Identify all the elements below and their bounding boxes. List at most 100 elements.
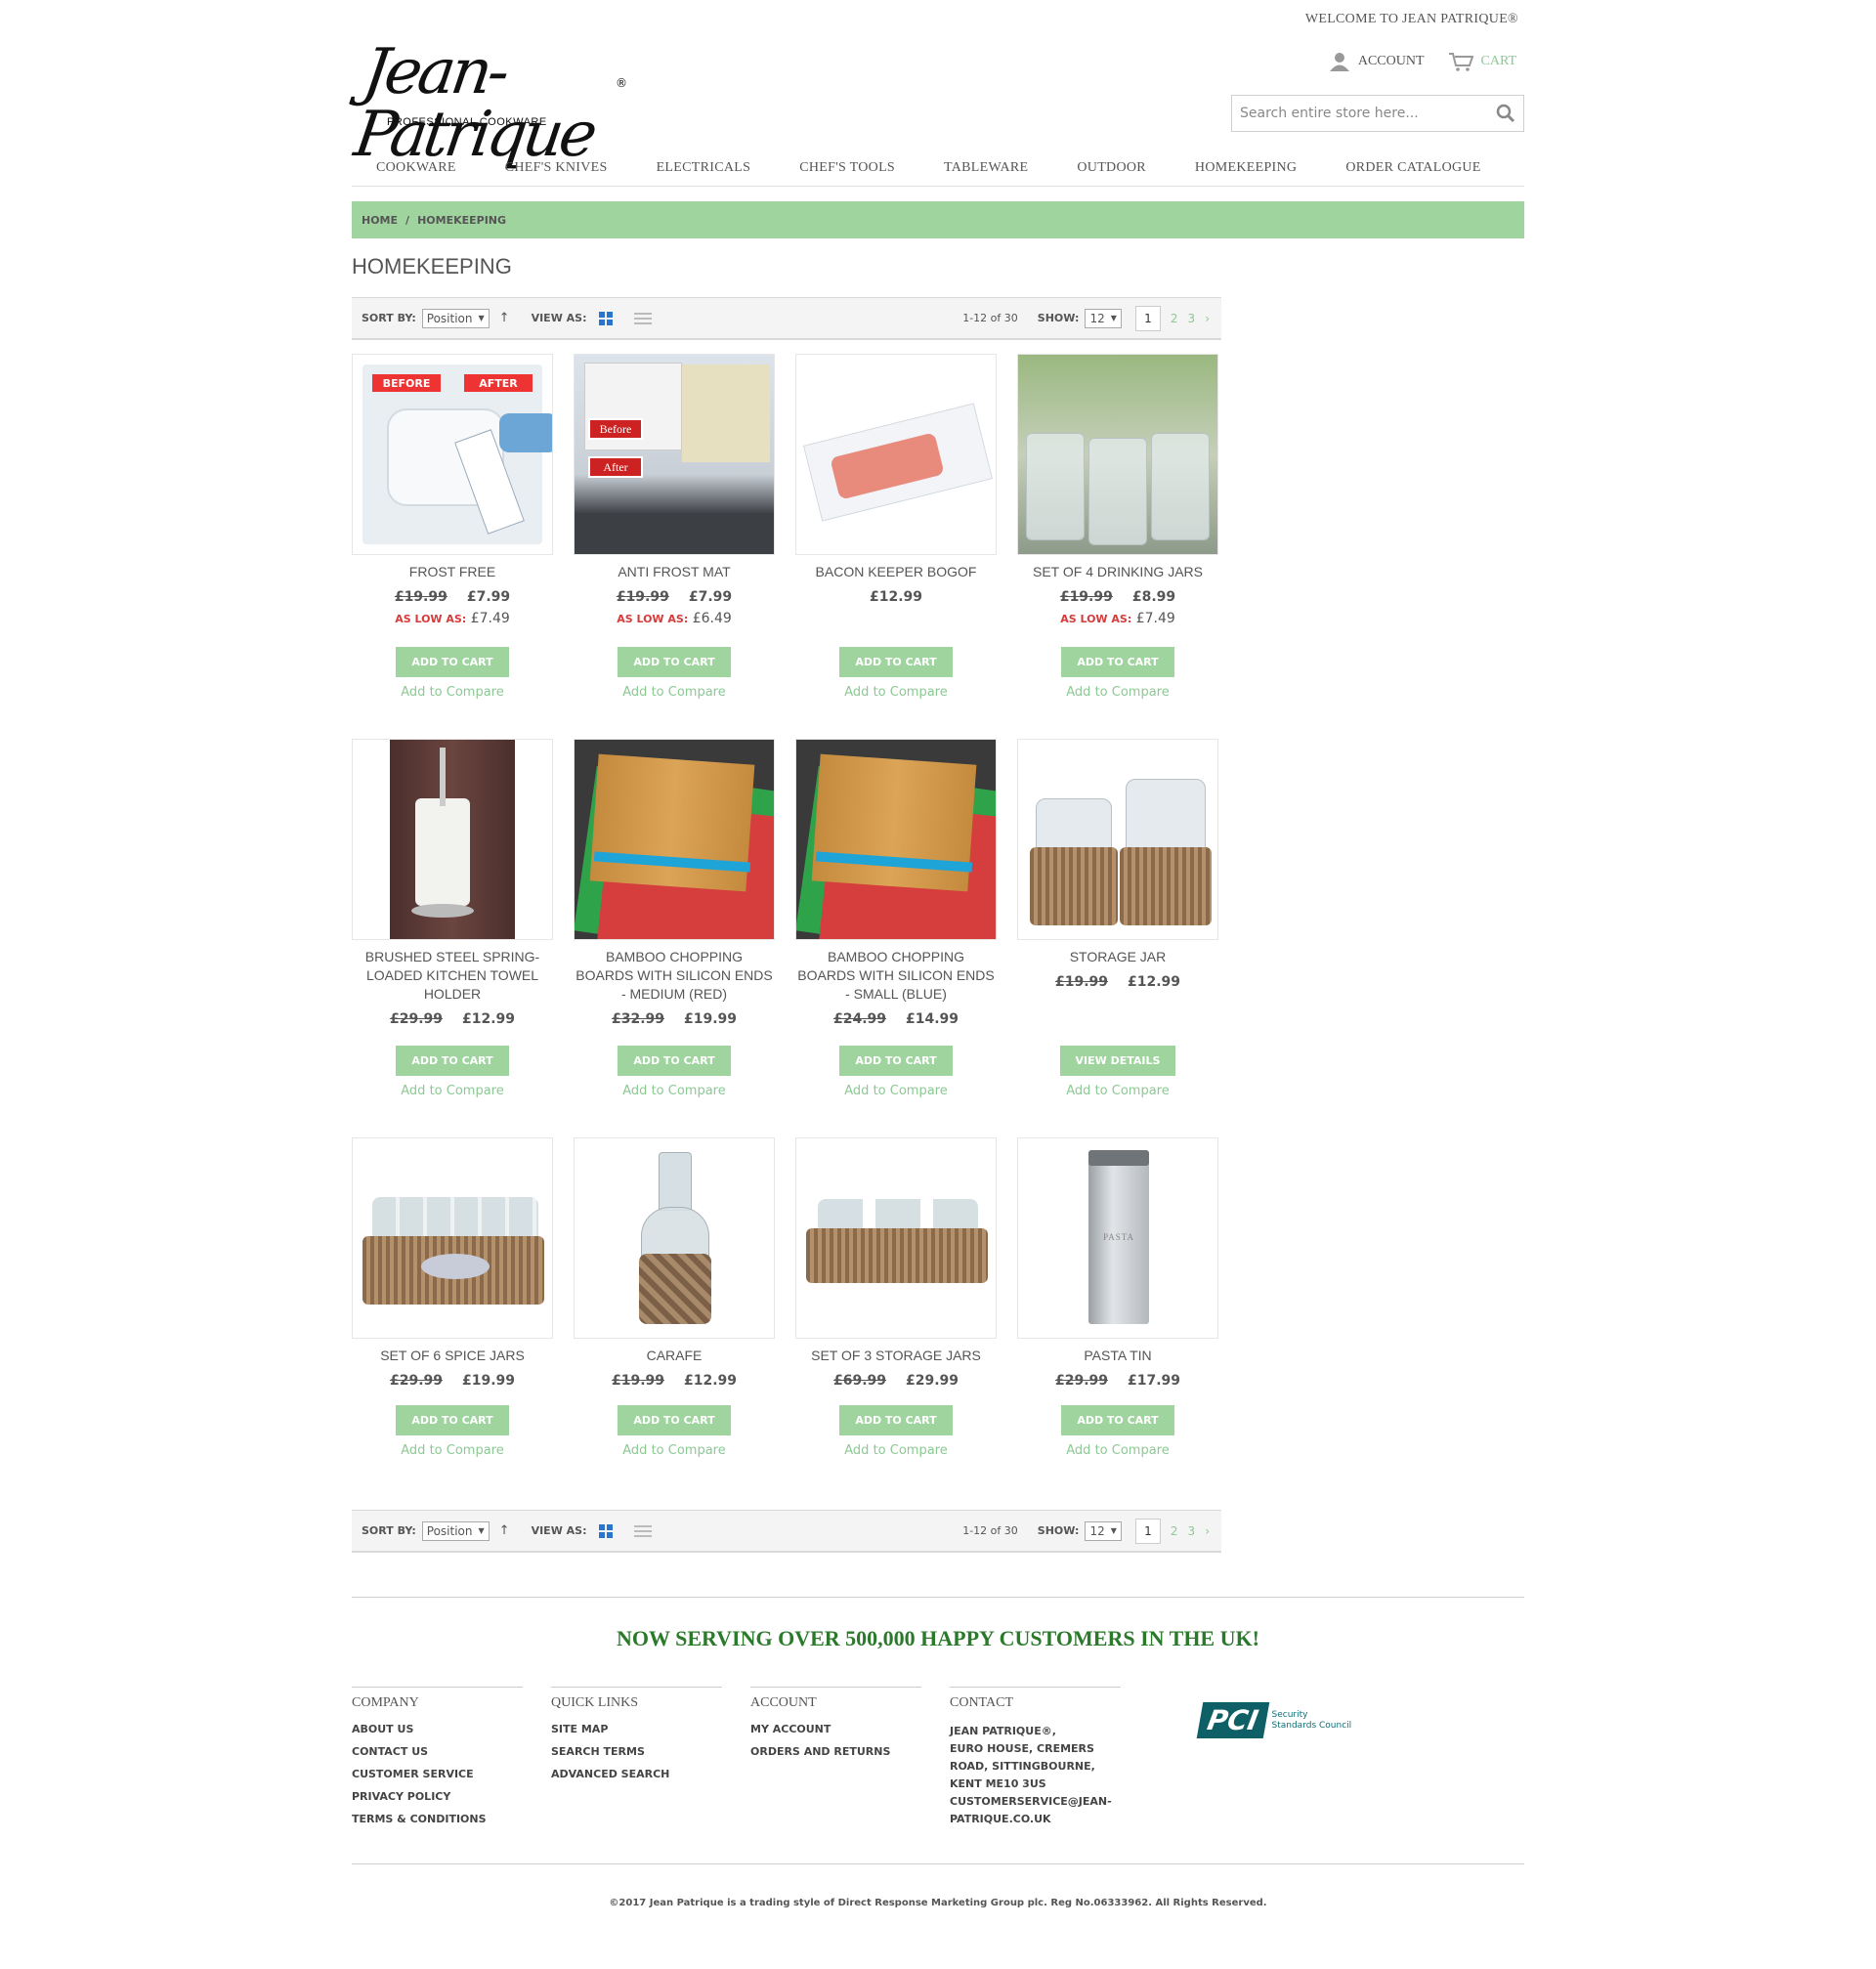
pagination: 1 2 3 ›: [1134, 1518, 1210, 1544]
add-to-compare-link[interactable]: Add to Compare: [574, 685, 775, 700]
product-image[interactable]: [795, 1137, 997, 1339]
sort-by-select[interactable]: Position ▼: [421, 308, 490, 328]
site-logo[interactable]: Jean-Patrique ® PROFESSIONAL COOKWARE: [350, 36, 638, 171]
footer-link-site-map[interactable]: SITE MAP: [551, 1723, 722, 1735]
product-name[interactable]: STORAGE JAR: [1017, 948, 1218, 966]
product-image[interactable]: [352, 1137, 553, 1339]
footer-link-contact-us[interactable]: CONTACT US: [352, 1745, 523, 1758]
footer-link-search-terms[interactable]: SEARCH TERMS: [551, 1745, 722, 1758]
add-to-compare-link[interactable]: Add to Compare: [1017, 685, 1218, 700]
add-to-cart-button[interactable]: ADD TO CART: [618, 647, 731, 677]
product-image[interactable]: [352, 739, 553, 940]
search-input[interactable]: [1240, 106, 1496, 121]
nav-chefs-tools[interactable]: CHEF'S TOOLS: [775, 154, 919, 186]
add-to-cart-button[interactable]: ADD TO CART: [618, 1405, 731, 1435]
show-select[interactable]: 12 ▼: [1085, 1520, 1122, 1541]
add-to-cart-button[interactable]: ADD TO CART: [839, 647, 953, 677]
grid-view-icon[interactable]: [598, 311, 613, 325]
add-to-compare-link[interactable]: Add to Compare: [1017, 1084, 1218, 1098]
page-link[interactable]: 3: [1188, 1524, 1196, 1538]
product-name[interactable]: SET OF 4 DRINKING JARS: [1017, 563, 1218, 581]
logo-script: Jean-Patrique: [350, 36, 598, 171]
add-to-cart-button[interactable]: ADD TO CART: [618, 1046, 731, 1076]
list-view-icon[interactable]: [633, 312, 652, 324]
product-image[interactable]: Before After: [574, 354, 775, 555]
nav-electricals[interactable]: ELECTRICALS: [632, 154, 776, 186]
add-to-cart-button[interactable]: ADD TO CART: [396, 1046, 509, 1076]
product-image[interactable]: PASTA: [1017, 1137, 1218, 1339]
add-to-compare-link[interactable]: Add to Compare: [1017, 1443, 1218, 1458]
product-name[interactable]: PASTA TIN: [1017, 1347, 1218, 1365]
email-line[interactable]: PATRIQUE.CO.UK: [950, 1811, 1121, 1828]
product-name[interactable]: FROST FREE: [352, 563, 553, 581]
footer-link-customer-service[interactable]: CUSTOMER SERVICE: [352, 1768, 523, 1780]
image-label: BEFORE: [372, 374, 441, 392]
breadcrumb-home[interactable]: HOME: [362, 214, 398, 227]
product-name[interactable]: CARAFE: [574, 1347, 775, 1365]
add-to-cart-button[interactable]: ADD TO CART: [1061, 647, 1174, 677]
product-image[interactable]: [1017, 354, 1218, 555]
account-link[interactable]: ACCOUNT: [1329, 51, 1425, 72]
grid-view-icon[interactable]: [598, 1523, 613, 1538]
button-wrap: ADD TO CART: [352, 1405, 553, 1435]
footer-link-terms[interactable]: TERMS & CONDITIONS: [352, 1813, 523, 1825]
add-to-compare-link[interactable]: Add to Compare: [795, 1443, 997, 1458]
add-to-compare-link[interactable]: Add to Compare: [795, 1084, 997, 1098]
product-name[interactable]: BACON KEEPER BOGOF: [795, 563, 997, 581]
product-image[interactable]: BEFORE AFTER: [352, 354, 553, 555]
add-to-compare-link[interactable]: Add to Compare: [352, 685, 553, 700]
product-name[interactable]: ANTI FROST MAT: [574, 563, 775, 581]
email-line[interactable]: CUSTOMERSERVICE@JEAN-: [950, 1793, 1121, 1811]
add-to-compare-link[interactable]: Add to Compare: [352, 1443, 553, 1458]
add-to-cart-button[interactable]: ADD TO CART: [396, 1405, 509, 1435]
search-icon[interactable]: [1496, 104, 1515, 123]
product-image[interactable]: [795, 354, 997, 555]
sort-direction-arrow-icon[interactable]: ↑: [499, 311, 510, 325]
add-to-cart-button[interactable]: ADD TO CART: [839, 1046, 953, 1076]
footer-contact-title: CONTACT: [950, 1687, 1121, 1711]
sort-by-select[interactable]: Position ▼: [421, 1520, 490, 1541]
add-to-cart-button[interactable]: ADD TO CART: [1061, 1405, 1174, 1435]
nav-homekeeping[interactable]: HOMEKEEPING: [1171, 154, 1321, 186]
next-page-icon[interactable]: ›: [1205, 312, 1210, 325]
nav-chefs-knives[interactable]: CHEF'S KNIVES: [481, 154, 632, 186]
add-to-cart-button[interactable]: ADD TO CART: [396, 647, 509, 677]
product-image[interactable]: [795, 739, 997, 940]
add-to-compare-link[interactable]: Add to Compare: [574, 1084, 775, 1098]
product-image[interactable]: [574, 739, 775, 940]
product-name[interactable]: BRUSHED STEEL SPRING-LOADED KITCHEN TOWE…: [352, 948, 553, 1004]
footer-link-my-account[interactable]: MY ACCOUNT: [750, 1723, 921, 1735]
page-link[interactable]: 2: [1171, 1524, 1178, 1538]
nav-tableware[interactable]: TABLEWARE: [919, 154, 1052, 186]
product-image[interactable]: [1017, 739, 1218, 940]
page-link[interactable]: 2: [1171, 312, 1178, 325]
nav-order-catalogue[interactable]: ORDER CATALOGUE: [1321, 154, 1505, 186]
nav-outdoor[interactable]: OUTDOOR: [1052, 154, 1171, 186]
show-select[interactable]: 12 ▼: [1085, 308, 1122, 328]
chevron-down-icon: ▼: [478, 314, 485, 322]
add-to-compare-link[interactable]: Add to Compare: [795, 685, 997, 700]
add-to-cart-button[interactable]: ADD TO CART: [839, 1405, 953, 1435]
list-view-icon[interactable]: [633, 1524, 652, 1537]
old-price: £19.99: [394, 589, 448, 605]
product-image[interactable]: [574, 1137, 775, 1339]
add-to-compare-link[interactable]: Add to Compare: [352, 1084, 553, 1098]
page-link[interactable]: 3: [1188, 312, 1196, 325]
nav-cookware[interactable]: COOKWARE: [352, 154, 481, 186]
footer-link-privacy-policy[interactable]: PRIVACY POLICY: [352, 1790, 523, 1803]
product-name[interactable]: BAMBOO CHOPPING BOARDS WITH SILICON ENDS…: [795, 948, 997, 1004]
add-to-compare-link[interactable]: Add to Compare: [574, 1443, 775, 1458]
toolbar-top: SORT BY: Position ▼ ↑ VIEW AS: 1-12 of 30…: [352, 297, 1221, 340]
product-name[interactable]: SET OF 3 STORAGE JARS: [795, 1347, 997, 1365]
footer-link-about-us[interactable]: ABOUT US: [352, 1723, 523, 1735]
footer-link-orders-returns[interactable]: ORDERS AND RETURNS: [750, 1745, 921, 1758]
cart-link[interactable]: CART: [1448, 52, 1516, 71]
view-details-button[interactable]: VIEW DETAILS: [1059, 1046, 1176, 1076]
address-line: EURO HOUSE, CREMERS: [950, 1742, 1094, 1755]
product-name[interactable]: BAMBOO CHOPPING BOARDS WITH SILICON ENDS…: [574, 948, 775, 1004]
next-page-icon[interactable]: ›: [1205, 1524, 1210, 1538]
footer-link-advanced-search[interactable]: ADVANCED SEARCH: [551, 1768, 722, 1780]
sort-direction-arrow-icon[interactable]: ↑: [499, 1523, 510, 1538]
product-name[interactable]: SET OF 6 SPICE JARS: [352, 1347, 553, 1365]
logo-subtitle: PROFESSIONAL COOKWARE: [387, 116, 547, 128]
